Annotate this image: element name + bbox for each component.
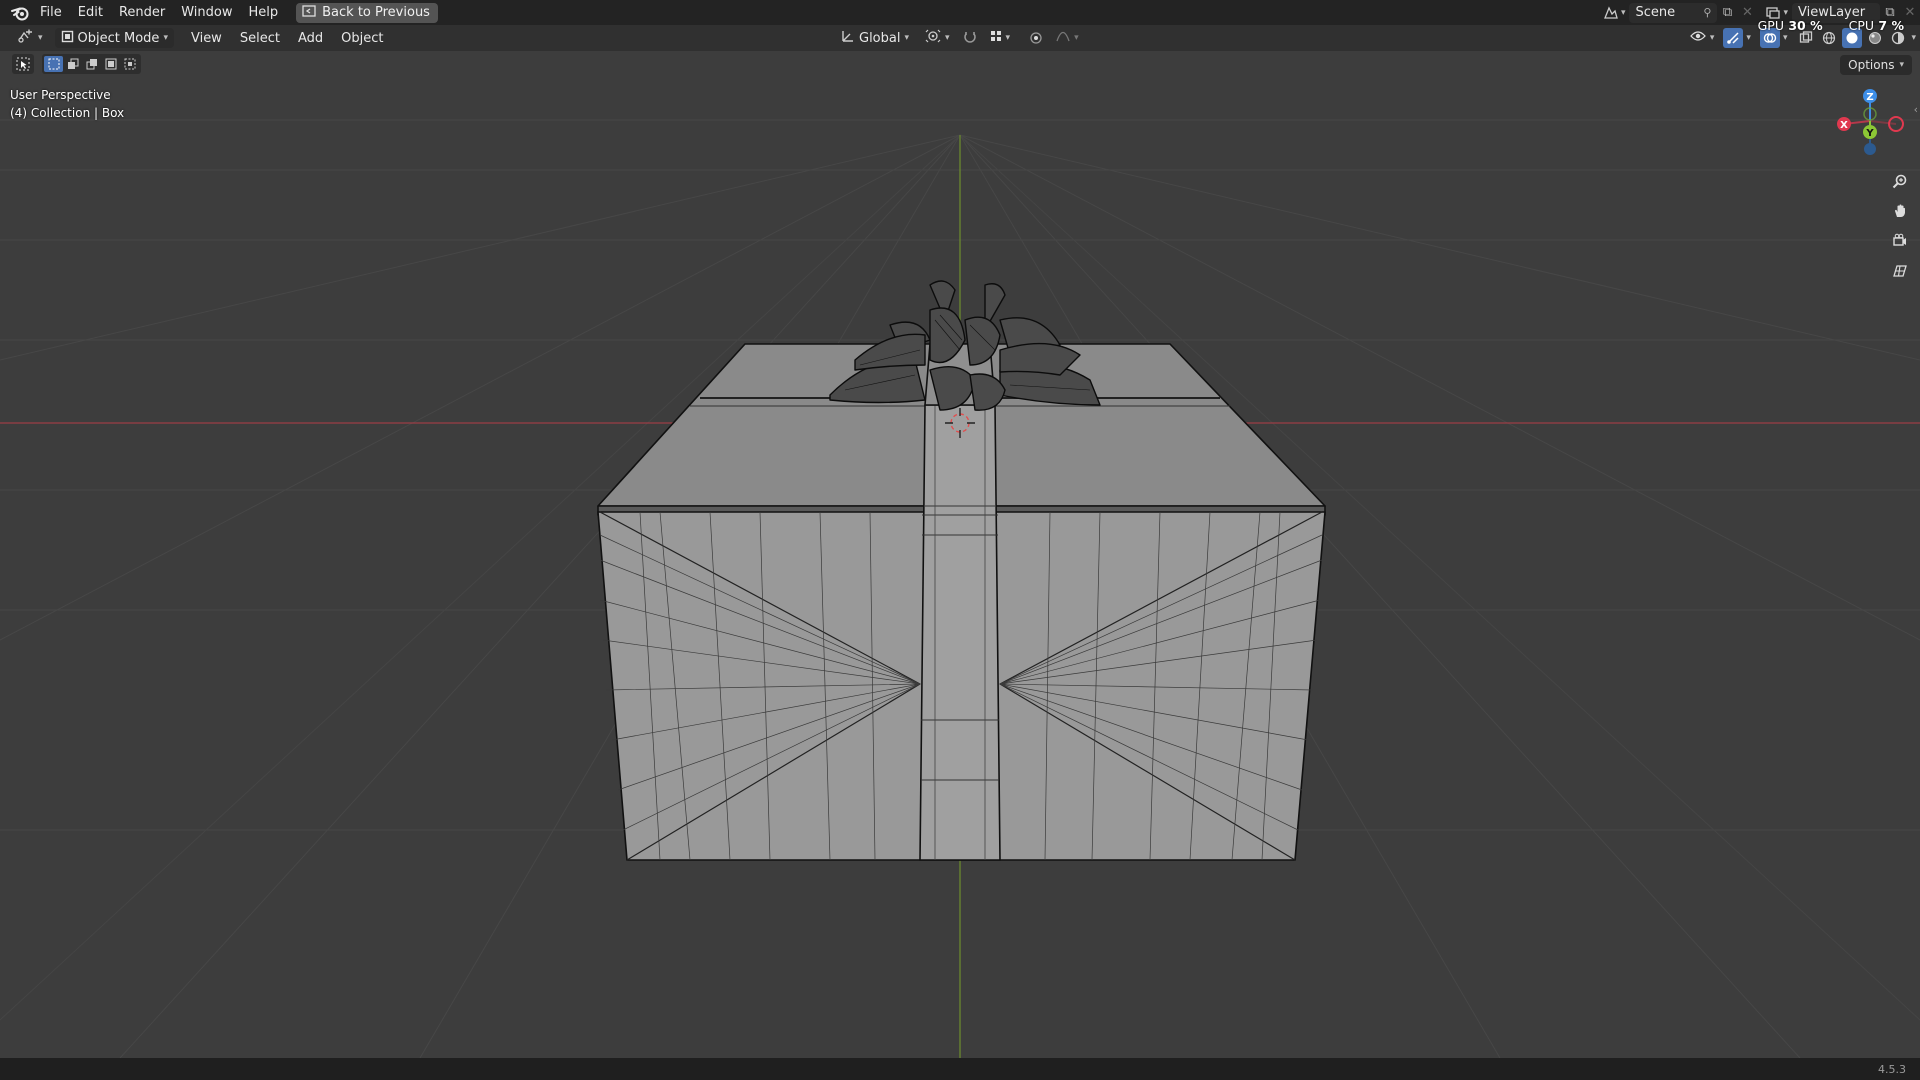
collection-row: (4) Collection | Box: [10, 104, 124, 122]
menu-render[interactable]: Render: [111, 2, 173, 23]
object-mode-label: Object Mode: [77, 30, 160, 46]
selection-mode-group: [42, 54, 141, 74]
collection-label: (4) Collection | Box: [10, 106, 125, 120]
pin-icon[interactable]: ⚲: [1703, 6, 1711, 19]
menu-select[interactable]: Select: [231, 31, 289, 46]
falloff-curve-icon: [1056, 30, 1070, 46]
chevron-down-icon: ▾: [945, 33, 950, 43]
version-label: 4.5.3: [1878, 1062, 1906, 1076]
pivot-point-dropdown[interactable]: ▾: [919, 28, 956, 48]
scene-name-field[interactable]: Scene ⚲: [1629, 2, 1718, 23]
cpu-value: 7 %: [1878, 18, 1904, 33]
viewport-canvas[interactable]: [0, 51, 1920, 1058]
object-mode-icon: [61, 30, 74, 47]
select-tool-button[interactable]: [12, 54, 34, 74]
back-to-previous-label: Back to Previous: [322, 5, 430, 20]
editor-type-dropdown[interactable]: ▾: [12, 28, 49, 48]
viewport-header: ▾ Object Mode ▾ View Select Add Object G…: [0, 25, 1920, 51]
gpu-value: 30 %: [1788, 18, 1823, 33]
chevron-down-icon: ▾: [1709, 33, 1715, 43]
menu-add[interactable]: Add: [289, 31, 332, 46]
chevron-down-icon[interactable]: ▾: [1746, 33, 1751, 43]
select-extend-icon[interactable]: [63, 56, 82, 72]
falloff-dropdown[interactable]: ▾: [1050, 28, 1085, 48]
menu-edit[interactable]: Edit: [70, 2, 111, 23]
proportional-editing-icon[interactable]: [1026, 28, 1046, 48]
gizmo-toggle-icon[interactable]: [1723, 28, 1744, 48]
select-intersect-icon[interactable]: [120, 56, 139, 72]
cpu-usage: CPU 7 %: [1849, 18, 1904, 33]
gpu-usage: GPU 30 %: [1758, 18, 1823, 33]
zoom-icon[interactable]: [1888, 169, 1912, 193]
chevron-down-icon[interactable]: ▾: [1911, 33, 1916, 43]
menu-help[interactable]: Help: [241, 2, 287, 23]
3d-viewport[interactable]: Options ▾ User Perspective (4) Collectio…: [0, 51, 1920, 1058]
options-dropdown[interactable]: Options ▾: [1840, 55, 1912, 75]
chevron-down-icon: ▾: [904, 33, 910, 43]
eye-icon: [1690, 30, 1706, 46]
snap-toggle-icon[interactable]: [960, 28, 980, 48]
chevron-down-icon[interactable]: ▾: [1783, 33, 1788, 43]
menu-view[interactable]: View: [182, 31, 231, 46]
viewport-tool-row: [12, 54, 141, 74]
z-axis-label: Z: [1866, 92, 1873, 103]
select-invert-icon[interactable]: [101, 56, 120, 72]
chevron-down-icon: ▾: [38, 33, 43, 43]
orthographic-grid-icon[interactable]: [1888, 259, 1912, 283]
pivot-point-icon: [925, 29, 941, 47]
viewport-nav-buttons: [1888, 169, 1912, 283]
new-scene-icon[interactable]: ⧉: [1717, 3, 1737, 23]
transform-orientation-dropdown[interactable]: Global ▾: [835, 28, 915, 48]
scene-browse-icon[interactable]: [1601, 3, 1621, 23]
performance-overlay: GPU 30 % CPU 7 %: [1758, 18, 1904, 33]
visibility-dropdown[interactable]: ▾: [1684, 28, 1721, 48]
x-axis-label: X: [1840, 120, 1848, 131]
cpu-label: CPU: [1848, 18, 1875, 33]
snap-target-dropdown[interactable]: ▾: [984, 28, 1017, 48]
camera-view-icon[interactable]: [1888, 229, 1912, 253]
navigation-gizmo[interactable]: Z X Y: [1830, 86, 1910, 166]
options-label: Options: [1848, 58, 1895, 72]
blender-logo-icon[interactable]: [8, 1, 32, 25]
chevron-down-icon: ▾: [1783, 7, 1788, 18]
back-icon: [302, 4, 316, 21]
menu-file[interactable]: File: [32, 2, 70, 23]
back-to-previous-button[interactable]: Back to Previous: [296, 2, 438, 23]
perspective-label: User Perspective: [10, 88, 111, 102]
chevron-down-icon: ▾: [1074, 33, 1079, 43]
object-mode-dropdown[interactable]: Object Mode ▾: [54, 28, 174, 48]
sidebar-toggle-icon[interactable]: ‹: [1914, 103, 1918, 116]
select-subtract-icon[interactable]: [82, 56, 101, 72]
top-bar: File Edit Render Window Help Back to Pre…: [0, 0, 1920, 25]
delete-scene-icon[interactable]: ✕: [1737, 3, 1757, 23]
y-axis-label: Y: [1865, 128, 1874, 139]
menu-object[interactable]: Object: [332, 31, 392, 46]
snap-grid-icon: [990, 30, 1002, 46]
chevron-down-icon: ▾: [163, 33, 168, 43]
editor-type-icon: [18, 29, 34, 47]
status-bar: 4.5.3: [0, 1058, 1920, 1080]
chevron-down-icon: ▾: [1005, 33, 1011, 43]
gpu-label: GPU: [1757, 18, 1784, 33]
scene-name: Scene: [1635, 5, 1676, 20]
select-new-icon[interactable]: [44, 56, 63, 72]
pan-hand-icon[interactable]: [1888, 199, 1912, 223]
chevron-down-icon: ▾: [1620, 7, 1626, 18]
orientation-label: Global: [859, 30, 901, 46]
transform-controls: Global ▾ ▾ ▾ ▾: [835, 28, 1085, 48]
neg-z-axis-handle: [1864, 143, 1876, 155]
menu-window[interactable]: Window: [173, 2, 240, 23]
viewport-info-overlay: User Perspective (4) Collection | Box: [10, 86, 124, 122]
chevron-down-icon: ▾: [1899, 60, 1904, 70]
orientation-icon: [841, 29, 855, 47]
